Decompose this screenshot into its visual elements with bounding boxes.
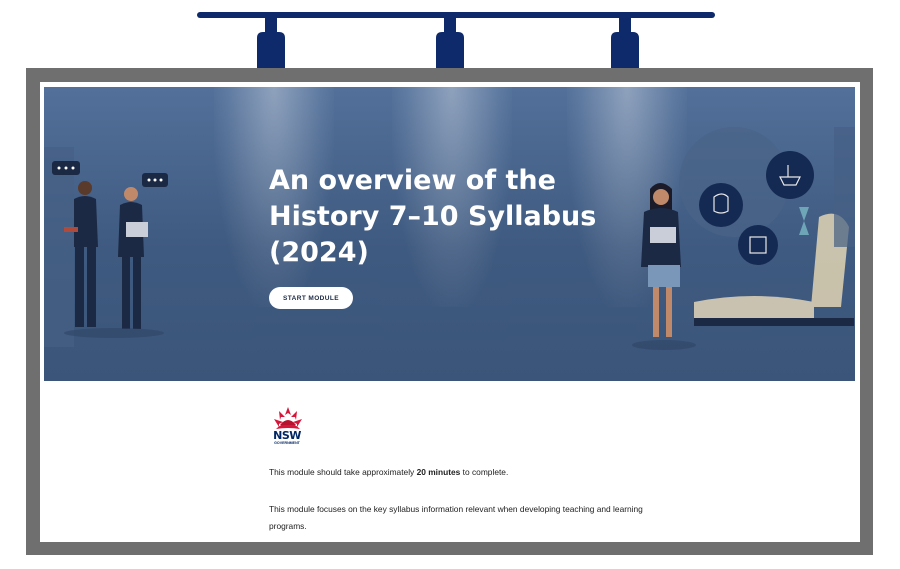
duration-suffix: to complete. <box>460 467 509 477</box>
title-line: (2024) <box>269 237 369 268</box>
duration-prefix: This module should take approximately <box>269 467 417 477</box>
duration-value: 20 minutes <box>416 467 461 477</box>
hero-banner: An overview of the History 7–10 Syllabus… <box>44 87 855 381</box>
title-line: History 7–10 Syllabus <box>269 201 597 232</box>
module-title: An overview of the History 7–10 Syllabus… <box>269 163 629 271</box>
start-module-button[interactable]: START MODULE <box>269 287 353 309</box>
title-line: An overview of the <box>269 165 556 196</box>
module-intro: NSW GOVERNMENT This module should take a… <box>40 382 860 542</box>
spotlight-icon <box>611 14 639 68</box>
spotlight-icon <box>257 14 285 68</box>
duration-text: This module should take approximately 20… <box>269 467 508 477</box>
spotlight-icon <box>436 14 464 68</box>
module-focus-text: This module focuses on the key syllabus … <box>269 504 643 531</box>
logo-subtitle: GOVERNMENT <box>274 441 300 445</box>
module-screen: An overview of the History 7–10 Syllabus… <box>40 82 860 542</box>
